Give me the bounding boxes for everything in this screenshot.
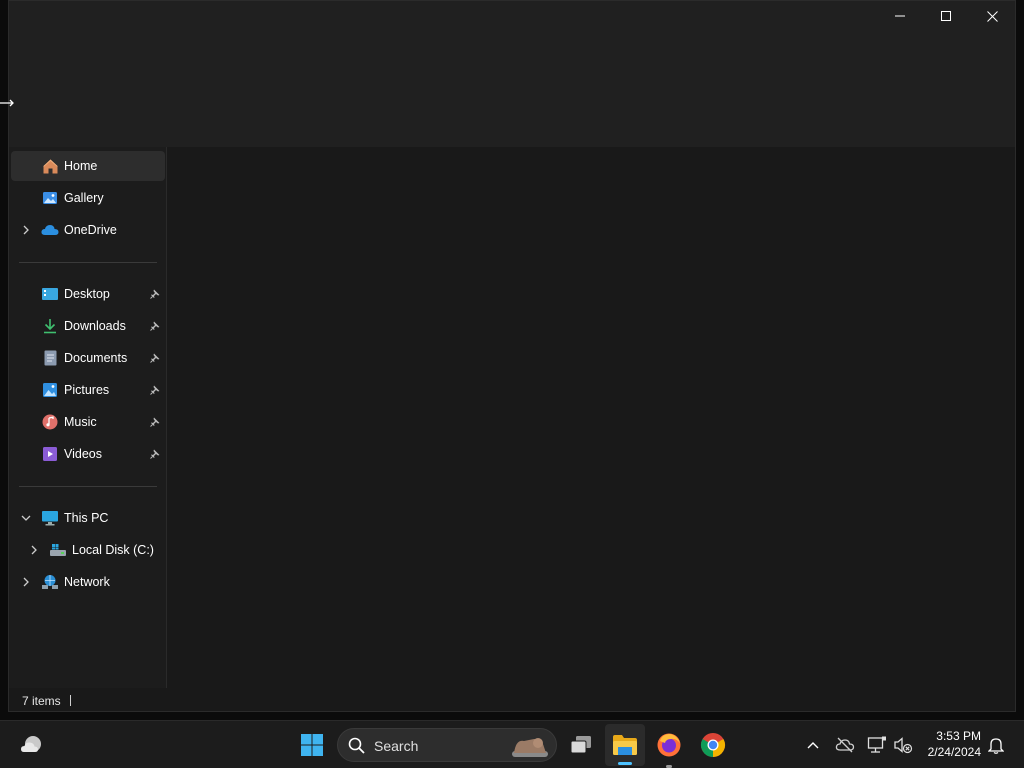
status-bar: 7 items	[9, 688, 1015, 712]
pin-icon	[149, 448, 161, 460]
nav-item-this-pc[interactable]: This PC	[11, 503, 165, 533]
pin-icon	[149, 320, 161, 332]
title-bar[interactable]	[9, 1, 1015, 147]
show-hidden-icons-button[interactable]	[803, 735, 823, 755]
search-highlight-illustration-icon	[512, 738, 548, 757]
nav-item-home[interactable]: Home	[11, 151, 165, 181]
local-disk-icon	[49, 541, 67, 559]
search-label: Search	[374, 738, 419, 754]
nav-label: Documents	[64, 351, 128, 365]
resize-cursor-icon	[0, 99, 14, 107]
minimize-icon	[895, 15, 905, 17]
taskbar: Search 3:53 PM 2/24/2024	[0, 720, 1024, 768]
clock-date: 2/24/2024	[927, 745, 981, 759]
content-pane[interactable]	[167, 147, 1015, 688]
nav-label: OneDrive	[64, 223, 117, 237]
task-view-button[interactable]	[567, 731, 595, 759]
home-icon	[41, 157, 59, 175]
chevron-right-icon[interactable]	[19, 223, 33, 237]
this-pc-icon	[41, 509, 59, 527]
nav-label: Network	[64, 575, 110, 589]
nav-item-gallery[interactable]: Gallery	[11, 183, 165, 213]
pin-icon	[149, 384, 161, 396]
nav-label: Videos	[64, 447, 102, 461]
minimize-button[interactable]	[877, 1, 923, 31]
gallery-icon	[41, 189, 59, 207]
system-clock[interactable]: 3:53 PM 2/24/2024	[928, 728, 981, 760]
maximize-icon	[941, 11, 951, 21]
downloads-icon	[41, 317, 59, 335]
file-explorer-window: Home Gallery OneDrive Desktop Downloads …	[8, 0, 1016, 712]
nav-label: Pictures	[64, 383, 110, 397]
nav-item-music[interactable]: Music	[11, 407, 165, 437]
onedrive-cloud-icon	[41, 221, 59, 239]
nav-label: Local Disk (C:)	[72, 543, 154, 557]
active-app-indicator	[618, 762, 632, 765]
close-icon	[986, 10, 998, 22]
music-icon	[41, 413, 59, 431]
firefox-icon	[657, 733, 681, 757]
volume-muted-icon	[894, 737, 913, 754]
file-explorer-icon	[613, 735, 637, 755]
clock-time: 3:53 PM	[936, 729, 981, 743]
nav-item-desktop[interactable]: Desktop	[11, 279, 165, 309]
onedrive-offline-icon	[835, 737, 855, 753]
chevron-up-icon	[807, 742, 819, 749]
start-button[interactable]	[298, 731, 326, 759]
taskbar-search[interactable]: Search	[337, 728, 557, 762]
firefox-taskbar-button[interactable]	[655, 731, 683, 768]
nav-divider	[19, 486, 157, 487]
network-status-icon	[867, 736, 886, 753]
chevron-down-icon[interactable]	[19, 511, 33, 525]
onedrive-tray-button[interactable]	[834, 735, 856, 755]
nav-label: Home	[64, 159, 98, 173]
videos-icon	[41, 445, 59, 463]
nav-item-videos[interactable]: Videos	[11, 439, 165, 469]
notifications-button[interactable]	[986, 734, 1006, 756]
nav-label: Gallery	[64, 191, 104, 205]
pin-icon	[149, 352, 161, 364]
file-explorer-taskbar-button[interactable]	[605, 724, 645, 766]
nav-item-documents[interactable]: Documents	[11, 343, 165, 373]
windows-logo-icon	[301, 734, 323, 756]
item-count: 7 items	[22, 694, 61, 708]
chevron-right-icon[interactable]	[27, 543, 41, 557]
weather-icon	[21, 736, 41, 752]
volume-tray-button[interactable]	[892, 735, 914, 755]
documents-icon	[41, 349, 59, 367]
pictures-icon	[41, 381, 59, 399]
navigation-pane: Home Gallery OneDrive Desktop Downloads …	[9, 147, 166, 688]
search-icon	[348, 737, 365, 754]
nav-label: This PC	[64, 511, 109, 525]
nav-item-local-disk[interactable]: Local Disk (C:)	[11, 535, 165, 565]
chrome-icon	[700, 733, 726, 757]
desktop-folder-icon	[41, 285, 59, 303]
bell-icon	[988, 738, 1004, 754]
nav-label: Desktop	[64, 287, 110, 301]
nav-item-onedrive[interactable]: OneDrive	[11, 215, 165, 245]
close-button[interactable]	[969, 1, 1015, 31]
nav-item-downloads[interactable]: Downloads	[11, 311, 165, 341]
chevron-right-icon[interactable]	[19, 575, 33, 589]
pin-icon	[149, 288, 161, 300]
network-icon	[41, 573, 59, 591]
maximize-button[interactable]	[923, 1, 969, 31]
task-view-icon	[570, 736, 591, 754]
nav-divider	[19, 262, 157, 263]
nav-label: Downloads	[64, 319, 126, 333]
pin-icon	[149, 416, 161, 428]
network-tray-button[interactable]	[866, 735, 888, 755]
window-controls	[877, 1, 1015, 31]
status-separator	[70, 695, 71, 706]
nav-label: Music	[64, 415, 97, 429]
weather-widget[interactable]	[18, 731, 46, 759]
chrome-taskbar-button[interactable]	[699, 731, 727, 759]
nav-item-network[interactable]: Network	[11, 567, 165, 597]
nav-item-pictures[interactable]: Pictures	[11, 375, 165, 405]
